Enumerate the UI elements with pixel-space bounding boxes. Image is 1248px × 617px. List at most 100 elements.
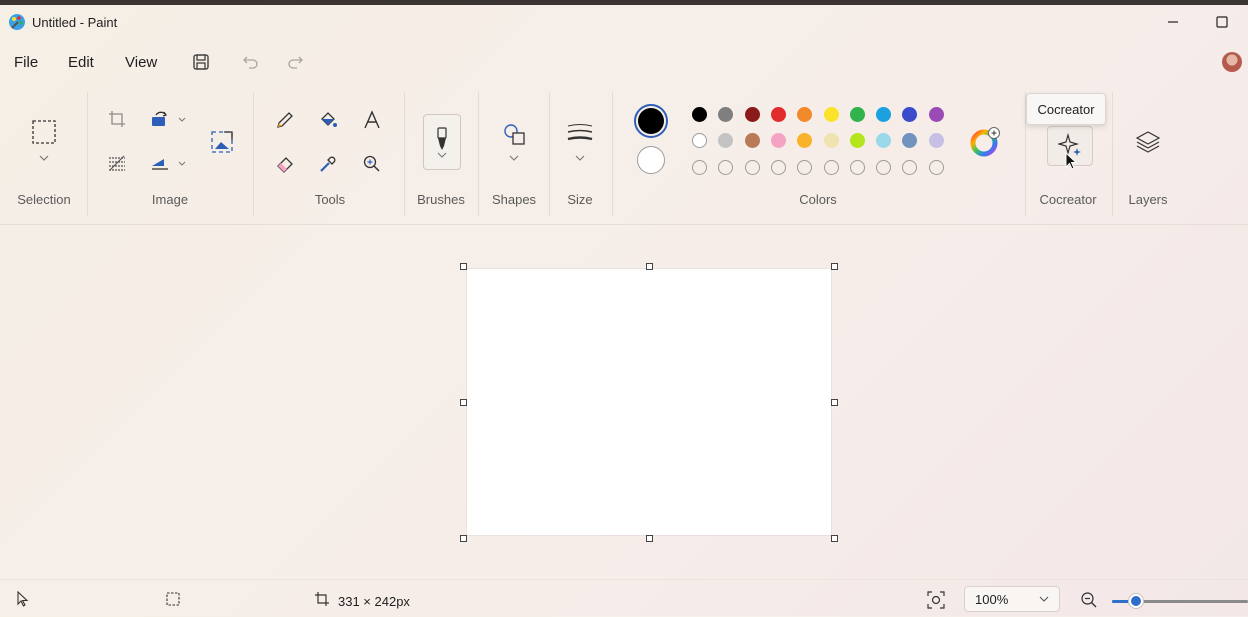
size-button[interactable] — [564, 120, 596, 146]
color-swatch[interactable] — [902, 107, 918, 122]
minimize-button[interactable] — [1153, 9, 1193, 35]
custom-color-slot[interactable] — [928, 160, 944, 175]
image-creator-button[interactable] — [206, 126, 238, 158]
text-button[interactable] — [360, 108, 384, 132]
resize-handle-left[interactable] — [460, 399, 467, 406]
resize-handle-right[interactable] — [831, 399, 838, 406]
resize-handle-bottom-left[interactable] — [460, 535, 467, 542]
drawing-canvas[interactable] — [467, 269, 831, 535]
menu-bar: File Edit View — [0, 40, 1248, 84]
separator — [87, 92, 88, 216]
user-avatar[interactable] — [1222, 52, 1242, 72]
maximize-icon — [1216, 16, 1228, 28]
color-swatch[interactable] — [692, 133, 707, 148]
menu-view[interactable]: View — [125, 54, 157, 71]
rotate-dropdown[interactable] — [176, 114, 188, 124]
custom-color-slot[interactable] — [718, 160, 734, 175]
selection-dropdown[interactable] — [36, 152, 52, 164]
redo-button[interactable] — [283, 50, 307, 74]
resize-handle-top-left[interactable] — [460, 263, 467, 270]
color-swatch[interactable] — [770, 133, 786, 148]
custom-color-slot[interactable] — [744, 160, 760, 175]
color-swatch[interactable] — [849, 133, 865, 148]
color-swatch[interactable] — [849, 107, 865, 122]
title-bar: Untitled - Paint — [0, 5, 1248, 39]
zoom-out-button[interactable] — [1078, 589, 1100, 611]
pencil-button[interactable] — [273, 108, 297, 132]
color-swatch[interactable] — [797, 107, 813, 122]
group-label-image: Image — [151, 192, 189, 207]
color-swatch[interactable] — [823, 133, 839, 148]
separator — [612, 92, 613, 216]
resize-handle-top[interactable] — [646, 263, 653, 270]
flip-button[interactable] — [148, 152, 172, 174]
undo-button[interactable] — [239, 50, 263, 74]
chevron-down-icon — [1039, 596, 1049, 602]
brushes-button[interactable] — [423, 114, 461, 170]
remove-background-button[interactable] — [106, 152, 128, 174]
resize-handle-bottom-right[interactable] — [831, 535, 838, 542]
layers-button[interactable] — [1132, 126, 1164, 158]
zoom-select[interactable]: 100% — [964, 586, 1060, 612]
custom-color-slot[interactable] — [902, 160, 918, 175]
color-swatch[interactable] — [718, 107, 734, 122]
shapes-dropdown[interactable] — [506, 152, 522, 164]
custom-color-slot[interactable] — [770, 160, 786, 175]
group-label-colors: Colors — [799, 192, 837, 207]
color-swatch[interactable] — [876, 133, 892, 148]
fit-to-window-button[interactable] — [925, 589, 947, 611]
crop-button[interactable] — [106, 108, 128, 130]
shapes-button[interactable] — [498, 120, 530, 148]
fill-button[interactable] — [316, 108, 340, 132]
color-swatch[interactable] — [928, 107, 944, 122]
color-swatch[interactable] — [692, 107, 707, 122]
color-swatch[interactable] — [797, 133, 813, 148]
color-swatch[interactable] — [744, 133, 760, 148]
undo-icon — [243, 56, 258, 69]
save-button[interactable] — [189, 50, 213, 74]
color-swatch[interactable] — [770, 107, 786, 122]
layers-icon — [1135, 131, 1161, 153]
maximize-button[interactable] — [1202, 9, 1242, 35]
chevron-down-icon — [509, 155, 519, 161]
chevron-down-icon — [178, 117, 186, 122]
rotate-button[interactable] — [148, 108, 172, 130]
color-wheel-icon — [970, 127, 1000, 157]
chevron-down-icon — [575, 155, 585, 161]
resize-handle-bottom[interactable] — [646, 535, 653, 542]
color-swatch[interactable] — [928, 133, 944, 148]
custom-color-slot[interactable] — [823, 160, 839, 175]
size-dropdown[interactable] — [572, 152, 588, 164]
color-swatch[interactable] — [823, 107, 839, 122]
zoom-slider-thumb[interactable] — [1129, 594, 1143, 608]
color-swatch[interactable] — [744, 107, 760, 122]
canvas-area[interactable] — [0, 225, 1248, 579]
custom-color-slot[interactable] — [797, 160, 813, 175]
paint-app-icon — [9, 14, 25, 30]
menu-file[interactable]: File — [14, 54, 38, 71]
resize-handle-top-right[interactable] — [831, 263, 838, 270]
color-swatch[interactable] — [876, 107, 892, 122]
color-picker-button[interactable] — [316, 152, 340, 176]
custom-color-slot[interactable] — [849, 160, 865, 175]
eyedropper-icon — [320, 156, 336, 172]
magnifier-button[interactable] — [360, 152, 384, 176]
flip-dropdown[interactable] — [176, 158, 188, 168]
custom-color-slot[interactable] — [692, 160, 707, 175]
color-swatch[interactable] — [718, 133, 734, 148]
group-label-size: Size — [567, 192, 593, 207]
selection-button[interactable] — [28, 116, 60, 148]
eraser-button[interactable] — [273, 152, 297, 176]
menu-edit[interactable]: Edit — [68, 54, 94, 71]
primary-color-button[interactable] — [634, 104, 668, 138]
custom-color-slot[interactable] — [876, 160, 892, 175]
edit-colors-button[interactable] — [968, 124, 1002, 158]
color-swatch[interactable] — [902, 133, 918, 148]
window-title: Untitled - Paint — [32, 15, 118, 30]
shapes-icon — [504, 124, 525, 145]
secondary-color-button[interactable] — [637, 146, 665, 174]
group-label-layers: Layers — [1128, 192, 1168, 207]
magnifier-icon — [363, 155, 380, 172]
group-label-cocreator: Cocreator — [1039, 192, 1097, 207]
separator — [253, 92, 254, 216]
